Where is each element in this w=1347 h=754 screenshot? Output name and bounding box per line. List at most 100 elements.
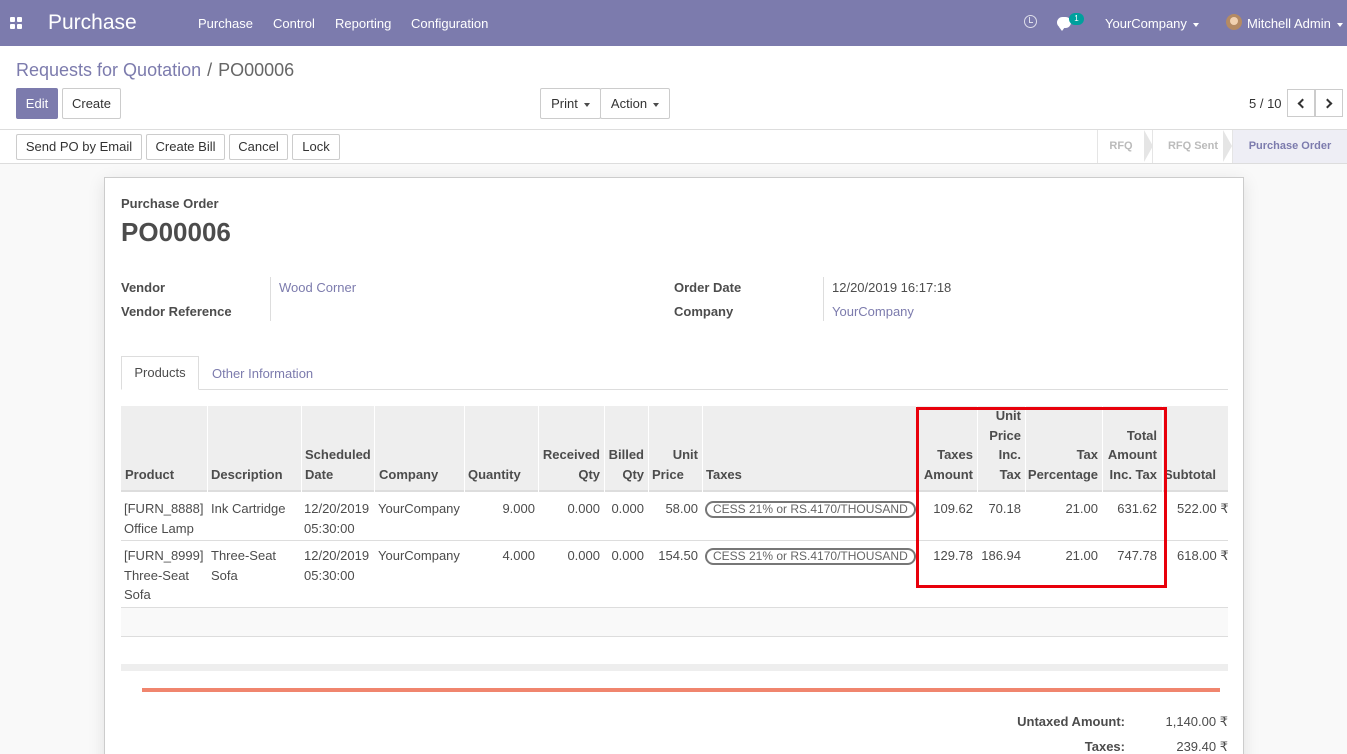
menu-reporting[interactable]: Reporting (335, 16, 391, 31)
cell-scheduled-date: 12/20/2019 05:30:00 (304, 546, 369, 585)
lock-button[interactable]: Lock (292, 134, 340, 160)
column-divider (464, 406, 465, 492)
control-panel: Requests for Quotation / PO00006 Edit Crea… (0, 46, 1347, 130)
user-name: Mitchell Admin (1247, 16, 1331, 31)
taxes-label: Taxes: (1084, 739, 1125, 754)
col-received-qty-line1: Received (542, 447, 600, 462)
cell-scheduled-date-line2: 05:30:00 (304, 567, 355, 583)
col-description[interactable]: Description (211, 465, 283, 485)
vendor-reference-label: Vendor Reference (121, 304, 232, 319)
col-quantity[interactable]: Quantity (468, 465, 521, 485)
cell-description: Ink Cartridge (211, 501, 286, 516)
cell-scheduled-date-line1: 12/20/2019 (304, 501, 370, 516)
stage-arrow (1223, 130, 1232, 162)
caret-down-icon (1336, 22, 1343, 27)
col-received-qty-line2: Qty (578, 466, 600, 482)
empty-row (121, 608, 1228, 637)
menu-configuration[interactable]: Configuration (411, 16, 488, 31)
notification-badge: 1 (1069, 13, 1084, 25)
user-menu[interactable]: Mitchell Admin (1247, 16, 1343, 31)
field-divider (823, 277, 824, 321)
order-date-label: Order Date (674, 280, 742, 295)
col-product[interactable]: Product (125, 465, 174, 485)
caret-down-icon (653, 102, 660, 107)
cell-unit-price: 154.50 (658, 548, 698, 563)
col-unit-price[interactable]: Unit Price (652, 445, 698, 484)
cell-subtotal: 618.00 ₹ (1177, 548, 1228, 563)
stage-rfq-sent[interactable]: RFQ Sent (1152, 130, 1233, 163)
tab-other-information[interactable]: Other Information (212, 366, 313, 381)
pager-next-button[interactable] (1315, 89, 1343, 117)
apps-grid-icon[interactable] (10, 17, 22, 29)
cell-company: YourCompany (378, 548, 460, 563)
cell-product-line2: Office Lamp (124, 520, 194, 536)
chevron-right-icon (1322, 98, 1333, 109)
annotation-highlight-box (916, 407, 1167, 588)
accent-divider (142, 688, 1220, 692)
edit-button[interactable]: Edit (16, 88, 58, 119)
cell-product-line2: Three-Seat (124, 567, 190, 583)
stage-rfq[interactable]: RFQ (1097, 130, 1144, 163)
cell-product: [FURN_8888] Office Lamp (124, 499, 203, 538)
company-label: Company (674, 304, 734, 319)
tax-tag[interactable]: CESS 21% or RS.4170/THOUSAND (705, 548, 916, 565)
create-button[interactable]: Create (62, 88, 121, 119)
stage-purchase-order[interactable]: Purchase Order (1232, 130, 1347, 163)
user-avatar[interactable] (1226, 14, 1242, 30)
cell-scheduled-date-line2: 05:30:00 (304, 520, 355, 536)
app-title: Purchase (48, 11, 137, 34)
column-divider (301, 406, 302, 492)
cell-subtotal: 522.00 ₹ (1177, 501, 1228, 516)
taxes-value: 239.40 ₹ (1176, 739, 1228, 754)
col-scheduled-date-line2: Date (305, 466, 334, 482)
order-date-value: 12/20/2019 16:17:18 (832, 280, 952, 295)
breadcrumb-parent[interactable]: Requests for Quotation (16, 60, 201, 80)
send-po-email-button[interactable]: Send PO by Email (16, 134, 142, 160)
action-dropdown[interactable]: Action (600, 88, 670, 119)
col-unit-price-line1: Unit (672, 447, 698, 462)
company-switcher[interactable]: YourCompany (1105, 16, 1199, 31)
stage-bar: RFQ RFQ Sent Purchase Order (1097, 130, 1347, 163)
cell-scheduled-date-line1: 12/20/2019 (304, 548, 370, 563)
cell-billed-qty: 0.000 (611, 501, 644, 516)
tax-tag[interactable]: CESS 21% or RS.4170/THOUSAND (705, 501, 916, 518)
vendor-link[interactable]: Wood Corner (279, 280, 356, 295)
chevron-left-icon (1297, 98, 1308, 109)
col-billed-qty[interactable]: Billed Qty (604, 445, 644, 484)
col-billed-qty-line1: Billed (608, 447, 644, 462)
column-divider (374, 406, 375, 492)
cell-description: Three-Seat Sofa (211, 546, 276, 585)
company-link[interactable]: YourCompany (832, 304, 914, 319)
cell-description-line1: Three-Seat (211, 548, 277, 563)
cell-received-qty: 0.000 (567, 501, 600, 516)
table-footer (121, 664, 1228, 671)
cell-product: [FURN_8999] Three-Seat Sofa (124, 546, 203, 605)
tabs-divider (121, 389, 1228, 390)
col-taxes[interactable]: Taxes (706, 465, 742, 485)
untaxed-amount-label: Untaxed Amount: (1017, 714, 1125, 729)
activity-clock-icon[interactable] (1024, 15, 1037, 28)
col-subtotal[interactable]: Subtotal (1164, 465, 1216, 485)
create-bill-button[interactable]: Create Bill (146, 134, 225, 160)
doc-type-label: Purchase Order (121, 196, 219, 211)
field-divider (270, 277, 271, 321)
cell-product-line1: [FURN_8999] (124, 548, 204, 563)
col-received-qty[interactable]: Received Qty (538, 445, 600, 484)
cell-billed-qty: 0.000 (611, 548, 644, 563)
cell-quantity: 9.000 (502, 501, 535, 516)
caret-down-icon (1192, 22, 1199, 27)
breadcrumb-current: PO00006 (218, 60, 295, 80)
column-divider (648, 406, 649, 492)
pager-value: 5 / 10 (1249, 96, 1282, 111)
col-company[interactable]: Company (379, 465, 438, 485)
cell-quantity: 4.000 (502, 548, 535, 563)
col-billed-qty-line2: Qty (622, 466, 644, 482)
cancel-button[interactable]: Cancel (229, 134, 288, 160)
col-scheduled-date[interactable]: Scheduled Date (305, 445, 371, 484)
tab-products[interactable]: Products (121, 356, 199, 390)
menu-purchase[interactable]: Purchase (198, 16, 253, 31)
cell-product-line1: [FURN_8888] (124, 501, 204, 516)
pager-previous-button[interactable] (1287, 89, 1315, 117)
menu-control[interactable]: Control (273, 16, 315, 31)
print-dropdown[interactable]: Print (540, 88, 601, 119)
